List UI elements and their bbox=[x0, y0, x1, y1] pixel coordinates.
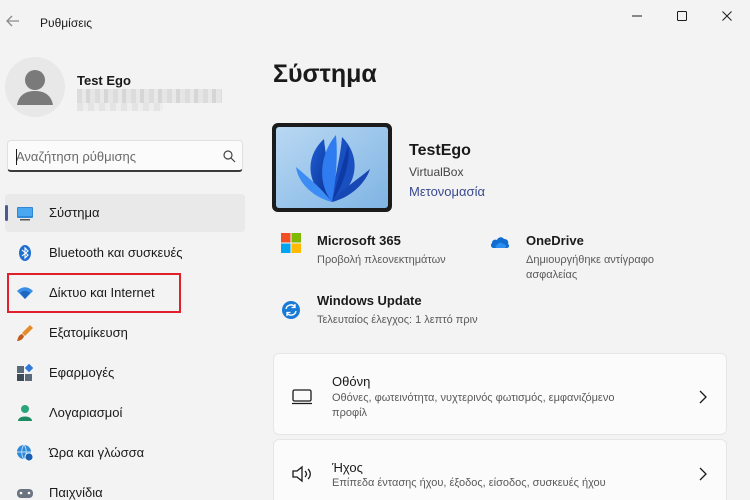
globe-clock-icon bbox=[17, 444, 34, 462]
system-display-icon bbox=[17, 207, 33, 221]
tile-title: OneDrive bbox=[526, 233, 584, 248]
microsoft-logo-icon bbox=[281, 233, 301, 253]
active-indicator bbox=[5, 205, 8, 221]
tile-subtitle-line: ασφαλείας bbox=[526, 269, 578, 281]
sidebar-item-label: Σύστημα bbox=[49, 205, 100, 220]
speaker-icon bbox=[292, 465, 311, 483]
device-thumbnail bbox=[272, 123, 392, 212]
profile-email-redacted-2 bbox=[77, 103, 163, 111]
card-sound[interactable]: Ήχος Επίπεδα έντασης ήχου, έξοδος, είσοδ… bbox=[273, 439, 727, 500]
sidebar-item-label: Παιχνίδια bbox=[49, 485, 103, 500]
sidebar-item-label: Ώρα και γλώσσα bbox=[49, 445, 145, 460]
apps-icon bbox=[17, 364, 34, 381]
sidebar-item-system[interactable]: Σύστημα bbox=[5, 194, 245, 232]
sidebar-item-personalization[interactable]: Εξατομίκευση bbox=[5, 314, 245, 352]
sidebar-item-time-language[interactable]: Ώρα και γλώσσα bbox=[5, 434, 245, 472]
monitor-icon bbox=[292, 389, 312, 405]
maximize-button[interactable] bbox=[662, 6, 702, 26]
person-avatar-icon bbox=[17, 70, 53, 105]
tile-subtitle: Προβολή πλεονεκτημάτων bbox=[317, 254, 446, 266]
paintbrush-icon bbox=[17, 325, 33, 341]
windows-bloom-wallpaper-icon bbox=[276, 127, 388, 208]
card-subtitle-line: προφίλ bbox=[332, 407, 368, 419]
windows-update-icon bbox=[282, 301, 300, 319]
maximize-icon bbox=[677, 11, 687, 21]
card-display[interactable]: Οθόνη Οθόνες, φωτεινότητα, νυχτερινός φω… bbox=[273, 353, 727, 435]
device-name: TestEgo bbox=[409, 142, 471, 159]
sidebar-nav: Σύστημα Bluetooth και συσκευές Δίκτυο κα… bbox=[5, 194, 245, 500]
back-arrow-icon bbox=[6, 15, 19, 27]
onedrive-cloud-icon bbox=[490, 237, 510, 248]
app-title: Ρυθμίσεις bbox=[40, 16, 93, 30]
back-button[interactable] bbox=[4, 10, 22, 32]
sidebar-item-label: Bluetooth και συσκευές bbox=[49, 245, 183, 260]
tile-subtitle-line: Δημιουργήθηκε αντίγραφο bbox=[526, 254, 654, 266]
sidebar-item-bluetooth[interactable]: Bluetooth και συσκευές bbox=[5, 234, 245, 272]
gamepad-icon bbox=[17, 489, 33, 498]
chevron-right-icon bbox=[699, 467, 707, 481]
search-input[interactable] bbox=[16, 146, 211, 166]
search-box[interactable] bbox=[7, 140, 243, 172]
device-model: VirtualBox bbox=[409, 165, 464, 179]
sidebar-item-accounts[interactable]: Λογαριασμοί bbox=[5, 394, 245, 432]
text-caret bbox=[16, 149, 17, 165]
microsoft-365-tile[interactable]: Microsoft 365 Προβολή πλεονεκτημάτων bbox=[281, 233, 481, 273]
close-icon bbox=[722, 11, 732, 21]
page-title: Σύστημα bbox=[273, 60, 377, 88]
card-subtitle-line: Οθόνες, φωτεινότητα, νυχτερινός φωτισμός… bbox=[332, 392, 615, 404]
profile-email-redacted bbox=[77, 89, 222, 103]
search-icon[interactable] bbox=[222, 149, 236, 163]
rename-link[interactable]: Μετονομασία bbox=[409, 184, 485, 199]
avatar bbox=[5, 57, 65, 117]
person-icon bbox=[18, 405, 32, 421]
sidebar-item-apps[interactable]: Εφαρμογές bbox=[5, 354, 245, 392]
sidebar-item-gaming[interactable]: Παιχνίδια bbox=[5, 474, 245, 500]
tile-subtitle: Δημιουργήθηκε αντίγραφο ασφαλείας bbox=[526, 253, 654, 283]
windows-update-tile[interactable]: Windows Update Τελευταίος έλεγχος: 1 λεπ… bbox=[281, 293, 521, 333]
bluetooth-icon bbox=[19, 245, 31, 261]
close-button[interactable] bbox=[707, 6, 747, 26]
profile-name: Test Ego bbox=[77, 73, 131, 88]
tile-title: Windows Update bbox=[317, 293, 422, 308]
highlight-annotation-box bbox=[7, 273, 181, 313]
onedrive-tile[interactable]: OneDrive Δημιουργήθηκε αντίγραφο ασφαλεί… bbox=[490, 233, 710, 287]
minimize-button[interactable] bbox=[617, 6, 657, 26]
tile-title: Microsoft 365 bbox=[317, 233, 401, 248]
sidebar-item-label: Εφαρμογές bbox=[49, 365, 115, 380]
title-bar: Ρυθμίσεις bbox=[0, 0, 750, 44]
card-title: Οθόνη bbox=[332, 374, 371, 389]
sidebar-item-label: Λογαριασμοί bbox=[49, 405, 123, 420]
chevron-right-icon bbox=[699, 390, 707, 404]
tile-subtitle: Τελευταίος έλεγχος: 1 λεπτό πριν bbox=[317, 314, 478, 326]
card-subtitle: Οθόνες, φωτεινότητα, νυχτερινός φωτισμός… bbox=[332, 391, 672, 421]
sidebar-item-label: Εξατομίκευση bbox=[49, 325, 128, 340]
minimize-icon bbox=[632, 15, 642, 17]
card-subtitle: Επίπεδα έντασης ήχου, έξοδος, είσοδος, σ… bbox=[332, 477, 606, 489]
card-title: Ήχος bbox=[332, 460, 363, 475]
